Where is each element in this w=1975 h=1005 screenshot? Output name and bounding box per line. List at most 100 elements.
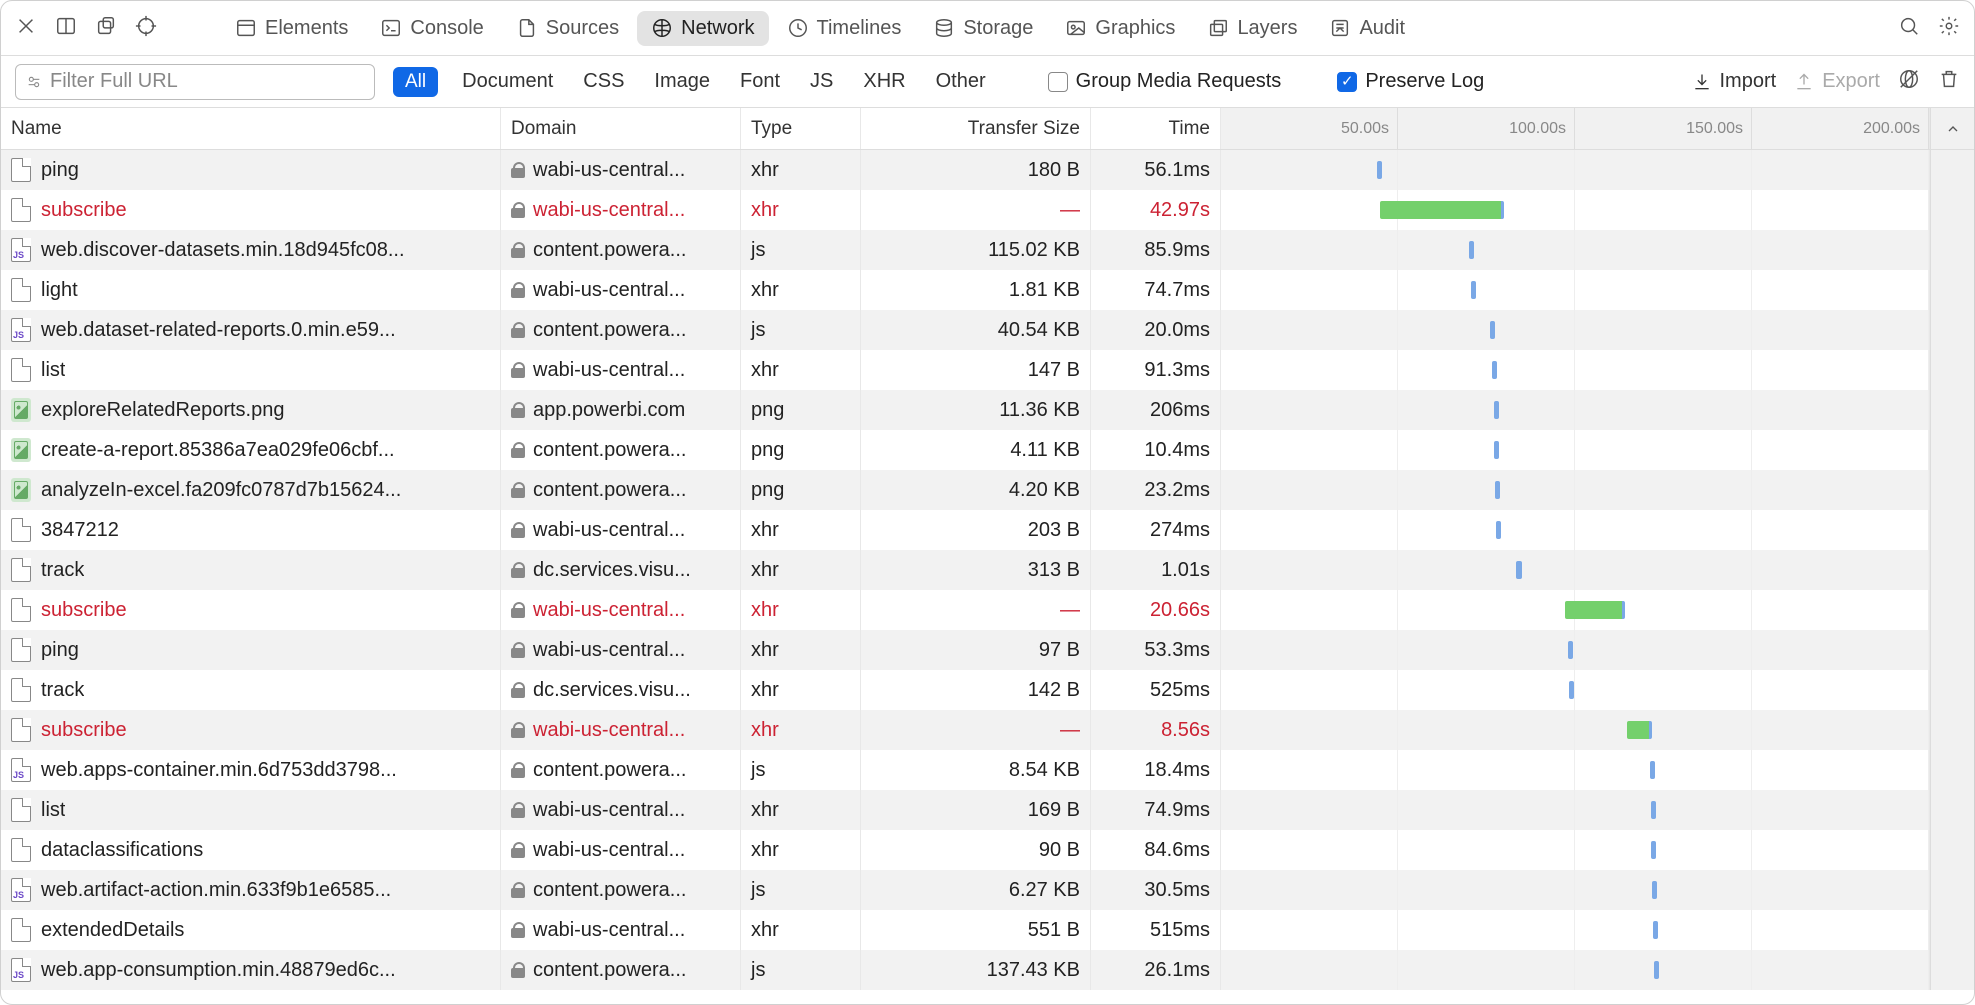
tab-console[interactable]: Console bbox=[366, 11, 497, 46]
table-row[interactable]: pingwabi-us-central...xhr180 B56.1ms bbox=[1, 150, 1974, 190]
request-size: 115.02 KB bbox=[861, 230, 1091, 270]
request-time: 84.6ms bbox=[1091, 830, 1221, 870]
table-row[interactable]: subscribewabi-us-central...xhr—8.56s bbox=[1, 710, 1974, 750]
target-icon[interactable] bbox=[135, 15, 157, 41]
disable-cache-icon[interactable] bbox=[1898, 68, 1920, 96]
request-domain: wabi-us-central... bbox=[533, 919, 685, 942]
request-time: 85.9ms bbox=[1091, 230, 1221, 270]
preserve-log-checkbox[interactable]: Preserve Log bbox=[1337, 70, 1484, 93]
request-size: 313 B bbox=[861, 550, 1091, 590]
column-domain[interactable]: Domain bbox=[501, 108, 741, 149]
request-type: xhr bbox=[741, 710, 861, 750]
filter-image[interactable]: Image bbox=[648, 66, 716, 97]
request-domain: wabi-us-central... bbox=[533, 359, 685, 382]
import-button[interactable]: Import bbox=[1692, 70, 1777, 93]
request-domain: content.powera... bbox=[533, 759, 686, 782]
request-size: 203 B bbox=[861, 510, 1091, 550]
dock-side-icon[interactable] bbox=[55, 15, 77, 41]
table-row[interactable]: subscribewabi-us-central...xhr—20.66s bbox=[1, 590, 1974, 630]
search-icon[interactable] bbox=[1898, 15, 1920, 41]
column-transfer-size[interactable]: Transfer Size bbox=[861, 108, 1091, 149]
filter-url-input[interactable]: Filter Full URL bbox=[15, 64, 375, 100]
document-file-icon bbox=[11, 558, 31, 582]
filter-other[interactable]: Other bbox=[930, 66, 992, 97]
trash-icon[interactable] bbox=[1938, 68, 1960, 96]
table-row[interactable]: web.app-consumption.min.48879ed6c...cont… bbox=[1, 950, 1974, 990]
request-domain: wabi-us-central... bbox=[533, 799, 685, 822]
table-row[interactable]: dataclassificationswabi-us-central...xhr… bbox=[1, 830, 1974, 870]
image-file-icon bbox=[11, 438, 31, 462]
request-type: xhr bbox=[741, 510, 861, 550]
request-type: xhr bbox=[741, 590, 861, 630]
column-waterfall[interactable]: 50.00s 100.00s 150.00s 200.00s bbox=[1221, 108, 1930, 149]
request-time: 53.3ms bbox=[1091, 630, 1221, 670]
table-row[interactable]: trackdc.services.visu...xhr142 B525ms bbox=[1, 670, 1974, 710]
tab-network[interactable]: Network bbox=[637, 11, 768, 46]
popout-icon[interactable] bbox=[95, 15, 117, 41]
tab-label: Layers bbox=[1237, 17, 1297, 40]
group-media-checkbox[interactable]: Group Media Requests bbox=[1048, 70, 1282, 93]
column-time[interactable]: Time bbox=[1091, 108, 1221, 149]
request-name: web.apps-container.min.6d753dd3798... bbox=[41, 759, 397, 782]
export-button[interactable]: Export bbox=[1794, 70, 1880, 93]
tab-sources[interactable]: Sources bbox=[502, 11, 633, 46]
table-row[interactable]: subscribewabi-us-central...xhr—42.97s bbox=[1, 190, 1974, 230]
table-row[interactable]: listwabi-us-central...xhr147 B91.3ms bbox=[1, 350, 1974, 390]
table-row[interactable]: extendedDetailswabi-us-central...xhr551 … bbox=[1, 910, 1974, 950]
table-row[interactable]: web.discover-datasets.min.18d945fc08...c… bbox=[1, 230, 1974, 270]
waterfall-cell bbox=[1221, 390, 1930, 430]
filter-font[interactable]: Font bbox=[734, 66, 786, 97]
table-row[interactable]: trackdc.services.visu...xhr313 B1.01s bbox=[1, 550, 1974, 590]
table-row[interactable]: listwabi-us-central...xhr169 B74.9ms bbox=[1, 790, 1974, 830]
column-name[interactable]: Name bbox=[1, 108, 501, 149]
waterfall-cell bbox=[1221, 430, 1930, 470]
filter-xhr[interactable]: XHR bbox=[857, 66, 911, 97]
waterfall-cell bbox=[1221, 270, 1930, 310]
row-spacer bbox=[1930, 350, 1974, 390]
gear-icon[interactable] bbox=[1938, 15, 1960, 41]
request-domain: content.powera... bbox=[533, 879, 686, 902]
filter-css[interactable]: CSS bbox=[577, 66, 630, 97]
tab-timelines[interactable]: Timelines bbox=[773, 11, 916, 46]
table-row[interactable]: 3847212wabi-us-central...xhr203 B274ms bbox=[1, 510, 1974, 550]
request-size: 142 B bbox=[861, 670, 1091, 710]
request-type: png bbox=[741, 430, 861, 470]
table-row[interactable]: create-a-report.85386a7ea029fe06cbf...co… bbox=[1, 430, 1974, 470]
network-table-header: Name Domain Type Transfer Size Time 50.0… bbox=[1, 108, 1974, 150]
table-row[interactable]: exploreRelatedReports.pngapp.powerbi.com… bbox=[1, 390, 1974, 430]
expand-columns-icon[interactable] bbox=[1930, 108, 1974, 149]
tab-label: Timelines bbox=[817, 17, 902, 40]
tab-audit[interactable]: Audit bbox=[1315, 11, 1419, 46]
request-name: analyzeIn-excel.fa209fc0787d7b15624... bbox=[41, 479, 401, 502]
table-row[interactable]: pingwabi-us-central...xhr97 B53.3ms bbox=[1, 630, 1974, 670]
lock-icon bbox=[511, 602, 525, 618]
waterfall-bar bbox=[1565, 601, 1624, 619]
filter-js[interactable]: JS bbox=[804, 66, 839, 97]
column-type[interactable]: Type bbox=[741, 108, 861, 149]
tab-layers[interactable]: Layers bbox=[1193, 11, 1311, 46]
table-row[interactable]: web.apps-container.min.6d753dd3798... con… bbox=[1, 750, 1974, 790]
table-row[interactable]: web.dataset-related-reports.0.min.e59...… bbox=[1, 310, 1974, 350]
filter-document[interactable]: Document bbox=[456, 66, 559, 97]
request-domain: wabi-us-central... bbox=[533, 159, 685, 182]
lock-icon bbox=[511, 282, 525, 298]
request-type: js bbox=[741, 750, 861, 790]
row-spacer bbox=[1930, 310, 1974, 350]
tab-elements[interactable]: Elements bbox=[221, 11, 362, 46]
close-icon[interactable] bbox=[15, 15, 37, 41]
table-row[interactable]: analyzeIn-excel.fa209fc0787d7b15624...co… bbox=[1, 470, 1974, 510]
request-time: 525ms bbox=[1091, 670, 1221, 710]
tab-graphics[interactable]: Graphics bbox=[1051, 11, 1189, 46]
row-spacer bbox=[1930, 870, 1974, 910]
table-row[interactable]: web.artifact-action.min.633f9b1e6585...c… bbox=[1, 870, 1974, 910]
lock-icon bbox=[511, 402, 525, 418]
tab-storage[interactable]: Storage bbox=[919, 11, 1047, 46]
filter-all[interactable]: All bbox=[393, 67, 438, 97]
checkbox-label: Group Media Requests bbox=[1076, 70, 1282, 93]
waterfall-cell bbox=[1221, 630, 1930, 670]
waterfall-tick: 200.00s bbox=[1752, 108, 1929, 149]
request-time: 74.9ms bbox=[1091, 790, 1221, 830]
request-type: js bbox=[741, 950, 861, 990]
row-spacer bbox=[1930, 830, 1974, 870]
table-row[interactable]: lightwabi-us-central...xhr1.81 KB74.7ms bbox=[1, 270, 1974, 310]
